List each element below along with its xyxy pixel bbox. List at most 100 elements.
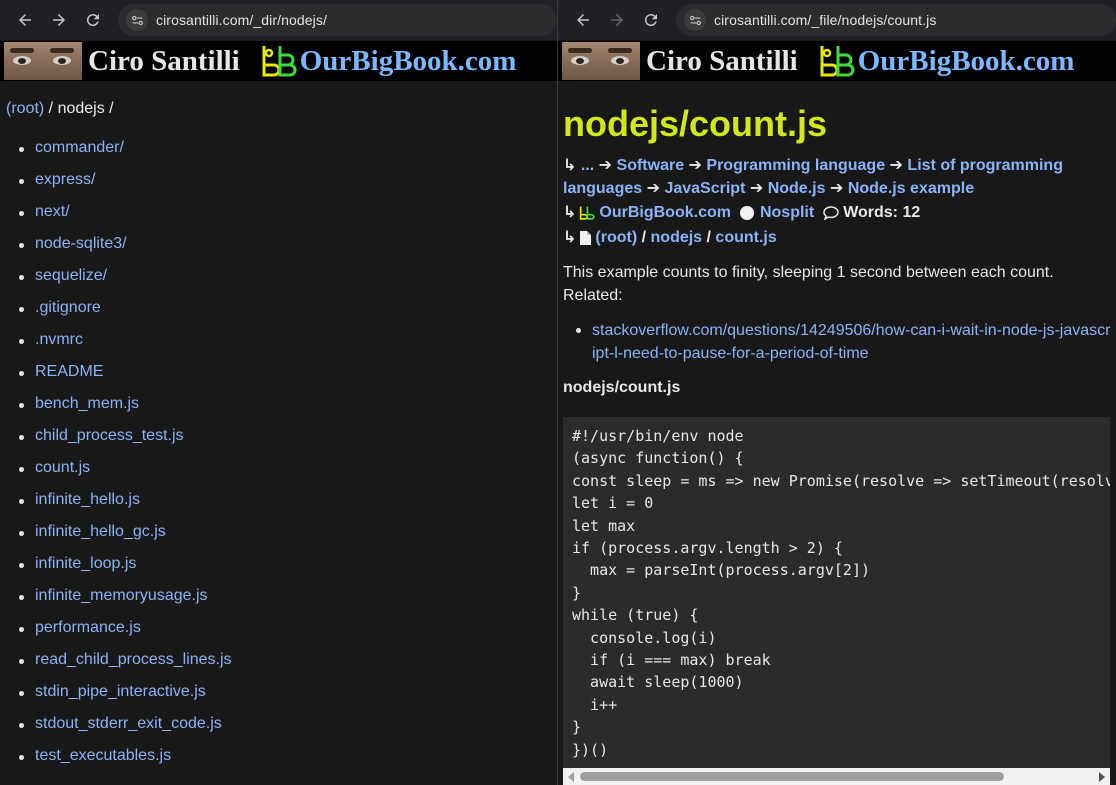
file-link[interactable]: stdin_pipe_interactive.js [35, 683, 206, 701]
file-list-item: child_process_test.js [0, 427, 232, 459]
site-banner[interactable]: Ciro Santilli OurBigBook.com [0, 41, 557, 81]
browser-toolbar: cirosantilli.com/_file/nodejs/count.js [558, 0, 1116, 40]
related-list-item: stackoverflow.com/questions/14249506/how… [563, 319, 1111, 365]
ancestor-link[interactable]: JavaScript [664, 180, 745, 197]
bullet-icon [19, 627, 24, 632]
arrow-right-icon: ➔ [825, 180, 844, 197]
site-banner[interactable]: Ciro Santilli OurBigBook.com [558, 41, 1116, 81]
file-list-item: README [0, 363, 232, 395]
file-link[interactable]: infinite_memoryusage.js [35, 587, 208, 605]
file-link[interactable]: infinite_hello.js [35, 491, 140, 509]
back-button[interactable] [566, 3, 600, 37]
path-root-link[interactable]: (root) [595, 225, 637, 250]
description-paragraph: This example counts to finity, sleeping … [563, 264, 1054, 304]
ourbigbook-page-link[interactable]: OurBigBook.com [599, 200, 731, 225]
file-list-item: stdout_stderr_exit_code.js [0, 715, 232, 747]
file-list-item: sequelize/ [0, 267, 232, 299]
article: nodejs/count.js ↳ ... ➔ Software ➔ Progr… [563, 102, 1111, 397]
file-list-item: infinite_memoryusage.js [0, 587, 232, 619]
ourbigbook-logo-icon [580, 206, 595, 220]
file-link[interactable]: express/ [35, 171, 95, 189]
bullet-icon [19, 147, 24, 152]
file-list-item: node-sqlite3/ [0, 235, 232, 267]
file-link[interactable]: test_executables.js [35, 747, 171, 765]
author-photo[interactable] [4, 42, 82, 80]
ourbigbook-link[interactable]: OurBigBook.com [300, 45, 517, 78]
back-arrow-icon [577, 14, 589, 26]
site-info-button[interactable] [684, 9, 706, 31]
file-link[interactable]: .gitignore [35, 299, 101, 317]
url-text: cirosantilli.com/_dir/nodejs/ [156, 12, 327, 28]
file-link[interactable]: README [35, 363, 103, 381]
url-text: cirosantilli.com/_file/nodejs/count.js [714, 12, 937, 28]
address-bar[interactable]: cirosantilli.com/_dir/nodejs/ [118, 4, 557, 36]
reload-button[interactable] [634, 3, 668, 37]
author-name-link[interactable]: Ciro Santilli [88, 45, 240, 78]
file-link[interactable]: bench_mem.js [35, 395, 139, 413]
bullet-icon [19, 371, 24, 376]
file-list-item: .gitignore [0, 299, 232, 331]
nosplit-link[interactable]: Nosplit [760, 200, 814, 225]
file-link[interactable]: read_child_process_lines.js [35, 651, 232, 669]
ancestors-ellipsis-link[interactable]: ... [581, 157, 594, 174]
file-list-item: read_child_process_lines.js [0, 651, 232, 683]
ancestor-link[interactable]: Node.js [768, 180, 826, 197]
scroll-left-arrow-icon[interactable] [568, 772, 574, 782]
site-info-button[interactable] [126, 9, 148, 31]
directory-listing: commander/express/next/node-sqlite3/sequ… [0, 139, 232, 779]
right-browser-window: cirosantilli.com/_file/nodejs/count.js C… [558, 0, 1116, 785]
bullet-icon [19, 243, 24, 248]
breadcrumb-root-link[interactable]: (root) [6, 100, 44, 117]
arrow-right-icon: ➔ [684, 157, 702, 174]
ourbigbook-logo-icon[interactable] [818, 43, 856, 79]
file-link[interactable]: child_process_test.js [35, 427, 184, 445]
site-info-icon [689, 15, 701, 25]
forward-button[interactable] [42, 3, 76, 37]
file-link[interactable]: performance.js [35, 619, 141, 637]
bullet-icon [19, 339, 24, 344]
bullet-icon [19, 691, 24, 696]
path-dir-link[interactable]: nodejs [651, 225, 703, 250]
code-block[interactable]: #!/usr/bin/env node (async function() { … [563, 417, 1110, 785]
bullet-icon [19, 307, 24, 312]
ourbigbook-logo-icon[interactable] [260, 43, 298, 79]
ancestor-link[interactable]: Software [617, 157, 685, 174]
forward-arrow-icon [53, 14, 65, 26]
author-photo[interactable] [562, 42, 640, 80]
file-link[interactable]: node-sqlite3/ [35, 235, 127, 253]
file-link[interactable]: next/ [35, 203, 70, 221]
arrow-right-icon: ➔ [642, 180, 660, 197]
file-link[interactable]: stdout_stderr_exit_code.js [35, 715, 222, 733]
code-block-title[interactable]: nodejs/count.js [563, 379, 1111, 397]
related-link[interactable]: stackoverflow.com/questions/14249506/how… [592, 319, 1111, 365]
horizontal-scrollbar[interactable] [563, 768, 1110, 785]
file-link[interactable]: infinite_loop.js [35, 555, 136, 573]
author-name-link[interactable]: Ciro Santilli [646, 45, 798, 78]
arrow-right-icon: ➔ [885, 157, 903, 174]
path-file-link[interactable]: count.js [715, 225, 776, 250]
bullet-icon [19, 595, 24, 600]
file-link[interactable]: sequelize/ [35, 267, 107, 285]
forward-button[interactable] [600, 3, 634, 37]
bullet-icon [19, 723, 24, 728]
file-list-item: test_executables.js [0, 747, 232, 779]
back-button[interactable] [8, 3, 42, 37]
bullet-icon [19, 179, 24, 184]
scroll-right-arrow-icon[interactable] [1099, 772, 1105, 782]
code-content: #!/usr/bin/env node (async function() { … [572, 427, 1110, 759]
ancestor-link[interactable]: Programming language [706, 157, 885, 174]
scrollbar-thumb[interactable] [580, 772, 1004, 781]
reload-button[interactable] [76, 3, 110, 37]
page-title[interactable]: nodejs/count.js [563, 102, 1111, 146]
reload-icon [86, 14, 99, 27]
file-list-item: infinite_loop.js [0, 555, 232, 587]
file-link[interactable]: infinite_hello_gc.js [35, 523, 166, 541]
arrow-right-icon: ➔ [594, 157, 613, 174]
file-link[interactable]: count.js [35, 459, 90, 477]
ourbigbook-link[interactable]: OurBigBook.com [858, 45, 1075, 78]
file-link[interactable]: .nvmrc [35, 331, 83, 349]
address-bar[interactable]: cirosantilli.com/_file/nodejs/count.js [676, 4, 1116, 36]
bullet-icon [19, 755, 24, 760]
ancestor-link[interactable]: Node.js example [848, 180, 974, 197]
file-link[interactable]: commander/ [35, 139, 124, 157]
